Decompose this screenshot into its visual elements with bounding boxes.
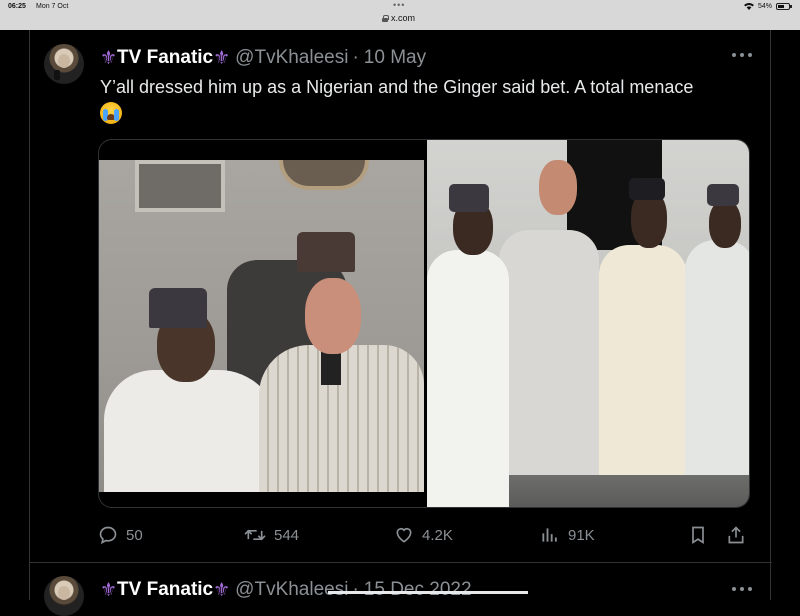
battery-percent: 54% [757, 2, 772, 10]
fleur-de-lis-icon: ⚜ [213, 579, 231, 601]
loudly-crying-face-emoji [100, 102, 122, 125]
person-robe [685, 240, 749, 475]
user-handle[interactable]: @TvKhaleesi [235, 579, 348, 601]
battery-icon [776, 2, 792, 10]
photo-right[interactable] [427, 140, 749, 507]
bookmark-button[interactable] [688, 522, 708, 548]
person-robe [499, 230, 599, 475]
tweet-header: ⚜ TV Fanatic ⚜ @TvKhaleesi · 10 May [100, 46, 426, 70]
person-robe [599, 245, 687, 475]
tweet-date[interactable]: 10 May [364, 47, 426, 69]
status-date: Mon 7 Oct [36, 3, 69, 10]
photo-left[interactable] [99, 160, 424, 492]
person-head [539, 160, 577, 215]
share-button[interactable] [726, 522, 746, 548]
tweet-text: Y’all dressed him up as a Nigerian and t… [100, 75, 750, 125]
picture-frame [135, 160, 225, 212]
media-grid[interactable] [98, 139, 750, 508]
avatar[interactable] [44, 576, 84, 616]
tab-handle-icon[interactable]: ••• [393, 0, 405, 10]
robe-stripes [259, 345, 424, 492]
avatar-face [58, 54, 70, 68]
views-button[interactable]: 91K [540, 522, 595, 548]
fleur-de-lis-icon: ⚜ [100, 579, 118, 601]
clock-time: 06:25 [8, 3, 26, 10]
reply-icon [98, 525, 118, 545]
person-head [305, 278, 361, 354]
view-count: 91K [568, 526, 595, 544]
tweet-date[interactable]: 15 Dec 2022 [364, 579, 472, 601]
tweet-header: ⚜ TV Fanatic ⚜ @TvKhaleesi · 15 Dec 2022 [100, 578, 472, 602]
timeline-column: ⚜ TV Fanatic ⚜ @TvKhaleesi · 10 May Y’al… [29, 30, 772, 616]
fleur-de-lis-icon: ⚜ [100, 47, 118, 69]
bookmark-icon [688, 524, 708, 546]
avatar-mic [54, 70, 60, 80]
more-icon[interactable] [732, 586, 752, 592]
tweet-body: Y’all dressed him up as a Nigerian and t… [100, 77, 694, 97]
wifi-icon [743, 3, 754, 10]
white-robe [104, 370, 279, 492]
cap [149, 288, 207, 328]
url-text: x.com [391, 13, 416, 23]
action-bar: 50 544 4.2K 91K [98, 522, 758, 548]
views-icon [540, 525, 560, 545]
cap [449, 184, 489, 212]
tweet[interactable]: ⚜ TV Fanatic ⚜ @TvKhaleesi · 15 Dec 2022 [30, 564, 772, 616]
wall-clock [279, 160, 369, 190]
cap [297, 232, 355, 272]
reply-button[interactable]: 50 [98, 522, 143, 548]
cap [629, 178, 665, 200]
like-count: 4.2K [422, 526, 453, 544]
repost-count: 544 [274, 526, 300, 544]
home-indicator [328, 591, 528, 594]
user-handle[interactable]: @TvKhaleesi [235, 47, 348, 69]
fleur-de-lis-icon: ⚜ [213, 47, 231, 69]
retweet-icon [244, 525, 266, 545]
address-bar[interactable]: x.com [382, 13, 415, 23]
avatar[interactable] [44, 44, 84, 84]
share-icon [726, 524, 746, 546]
more-icon[interactable] [732, 52, 752, 58]
repost-button[interactable]: 544 [244, 522, 299, 548]
avatar-face [58, 586, 70, 600]
display-name[interactable]: TV Fanatic [117, 579, 213, 601]
status-indicators: 54% [743, 2, 792, 10]
like-icon [394, 525, 414, 545]
person-robe [427, 250, 509, 507]
display-name[interactable]: TV Fanatic [117, 47, 213, 69]
separator-dot: · [352, 579, 359, 600]
person-head [709, 200, 741, 248]
separator-dot: · [352, 47, 359, 68]
status-bar: 06:25 Mon 7 Oct ••• x.com 54% [0, 0, 800, 30]
like-button[interactable]: 4.2K [394, 522, 453, 548]
lock-icon [382, 14, 389, 22]
cap [707, 184, 739, 206]
tweet[interactable]: ⚜ TV Fanatic ⚜ @TvKhaleesi · 10 May Y’al… [30, 30, 772, 563]
reply-count: 50 [126, 526, 143, 544]
